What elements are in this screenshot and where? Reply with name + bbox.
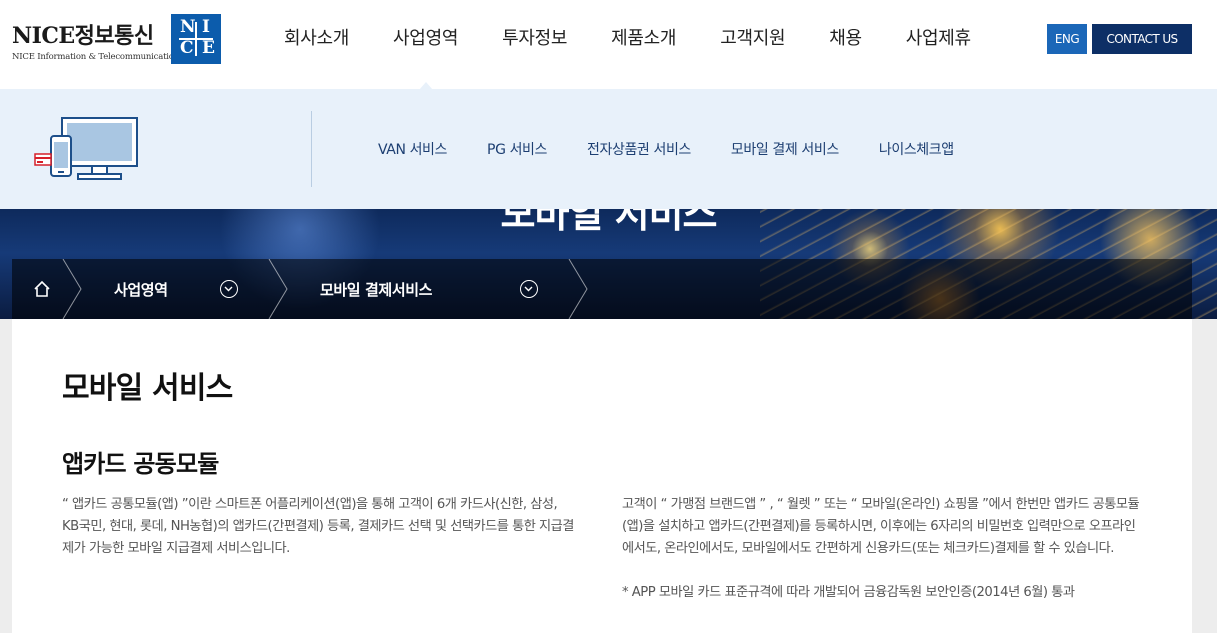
home-icon [34, 280, 50, 297]
nav-item-support[interactable]: 고객지원 [698, 0, 807, 89]
nav-item-partnership[interactable]: 사업제휴 [884, 0, 993, 89]
nav-item-recruit[interactable]: 채용 [807, 0, 884, 89]
logo-letter-c: C [180, 38, 194, 58]
chevron-down-icon[interactable] [520, 280, 538, 298]
logo-letter-e: E [202, 38, 215, 58]
submenu: VAN 서비스 PG 서비스 전자상품권 서비스 모바일 결제 서비스 나이스체… [358, 89, 974, 209]
header: NICE정보통신 NICE Information & Telecommunic… [0, 0, 1217, 90]
security-note: * APP 모바일 카드 표준규격에 따라 개발되어 금융감독원 보안인증(20… [622, 585, 1075, 600]
submenu-item-mobile-payment[interactable]: 모바일 결제 서비스 [711, 139, 859, 159]
breadcrumb-separator [62, 259, 82, 319]
chevron-down-icon[interactable] [220, 280, 238, 298]
submenu-divider [311, 111, 312, 187]
breadcrumb-separator [268, 259, 288, 319]
visual-title: 모바일 서비스 [500, 209, 718, 236]
submenu-panel: VAN 서비스 PG 서비스 전자상품권 서비스 모바일 결제 서비스 나이스체… [0, 89, 1217, 209]
page-title: 모바일 서비스 [62, 371, 233, 406]
nav-item-business[interactable]: 사업영역 [371, 0, 480, 90]
nav-item-investor[interactable]: 투자정보 [480, 0, 589, 89]
main-content: 모바일 서비스 앱카드 공동모듈 “ 앱카드 공통모듈(앱) ”이란 스마트폰 … [12, 319, 1192, 633]
nav-item-products[interactable]: 제품소개 [589, 0, 698, 89]
breadcrumb-level2[interactable]: 모바일 결제서비스 [320, 259, 432, 319]
contact-us-button[interactable]: CONTACT US [1092, 24, 1192, 54]
section-title: 앱카드 공동모듈 [62, 450, 219, 478]
breadcrumb-level1[interactable]: 사업영역 [114, 259, 168, 319]
eng-button[interactable]: ENG [1047, 24, 1087, 54]
breadcrumb-separator [568, 259, 588, 319]
description-right: 고객이 “ 가맹점 브랜드앱 ” , “ 월렛 ” 또는 “ 모바일(온라인) … [622, 497, 1140, 556]
nav-item-company[interactable]: 회사소개 [262, 0, 371, 89]
main-nav: 회사소개 사업영역 투자정보 제품소개 고객지원 채용 사업제휴 [262, 0, 993, 90]
logo-letter-i: I [202, 17, 210, 37]
description-left: “ 앱카드 공통모듈(앱) ”이란 스마트폰 어플리케이션(앱)을 통해 고객이… [62, 497, 574, 556]
submenu-item-nice-check-app[interactable]: 나이스체크앱 [859, 139, 974, 159]
breadcrumb: 사업영역 모바일 결제서비스 [12, 259, 1192, 319]
submenu-item-gift-card[interactable]: 전자상품권 서비스 [567, 139, 711, 159]
nice-logo[interactable]: NICE정보통신 NICE Information & Telecommunic… [12, 14, 224, 66]
logo-emblem: N I C E [171, 14, 221, 64]
device-illustration-icon [34, 117, 138, 180]
logo-main-text: NICE정보통신 [12, 23, 154, 49]
submenu-item-van[interactable]: VAN 서비스 [358, 139, 467, 159]
submenu-item-pg[interactable]: PG 서비스 [467, 139, 567, 159]
logo-letter-n: N [180, 17, 196, 37]
logo-sub-text: NICE Information & Telecommunication [12, 52, 179, 62]
logo-text: NICE정보통신 NICE Information & Telecommunic… [12, 18, 179, 62]
